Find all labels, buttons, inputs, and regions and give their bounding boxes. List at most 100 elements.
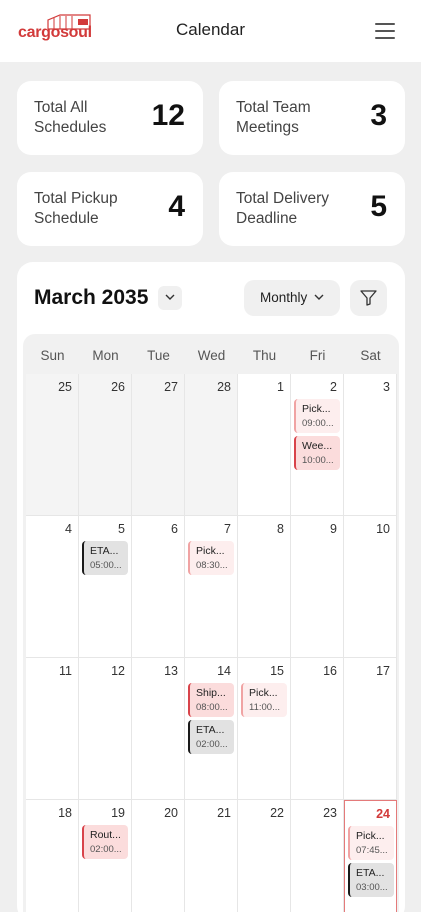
event-time: 08:00... (196, 702, 228, 713)
day-number: 12 (111, 664, 125, 678)
event-title: Pick... (249, 687, 278, 699)
day-number: 11 (59, 664, 72, 678)
calendar-event[interactable]: Pick... 08:30... (188, 541, 234, 575)
stat-card-pickup-schedule: Total Pickup Schedule 4 (17, 172, 203, 246)
calendar-day[interactable]: 20 (132, 800, 185, 912)
calendar-day[interactable]: 3 (344, 374, 397, 516)
day-number: 5 (118, 522, 125, 536)
weekday-header: Sat (360, 348, 381, 363)
event-title: Pick... (356, 830, 385, 842)
page-title: Calendar (176, 20, 245, 39)
stat-value: 5 (370, 190, 387, 223)
calendar-day[interactable]: 25 (26, 374, 79, 516)
calendar-day[interactable]: 19 Rout... 02:00... (79, 800, 132, 912)
top-bar: cargosoul Calendar (0, 0, 421, 62)
stat-card-delivery-deadline: Total Delivery Deadline 5 (219, 172, 405, 246)
event-title: ETA... (196, 724, 225, 736)
calendar-event[interactable]: Pick... 07:45... (348, 826, 394, 860)
calendar-day[interactable]: 8 (238, 516, 291, 658)
calendar-day[interactable]: 14 Ship... 08:00... ETA... 02:00... (185, 658, 238, 800)
calendar-day[interactable]: 13 (132, 658, 185, 800)
calendar-day[interactable]: 11 (26, 658, 79, 800)
calendar-day[interactable]: 5 ETA... 05:00... (79, 516, 132, 658)
filter-button[interactable] (350, 280, 387, 316)
weekday-header: Thu (252, 348, 277, 363)
day-number: 19 (111, 806, 125, 820)
calendar-day[interactable]: 10 (344, 516, 397, 658)
calendar-day[interactable]: 16 (291, 658, 344, 800)
calendar-event[interactable]: Ship... 08:00... (188, 683, 234, 717)
event-time: 09:00... (302, 418, 334, 429)
day-number: 1 (277, 380, 284, 394)
day-number: 20 (164, 806, 178, 820)
day-number: 8 (277, 522, 284, 536)
day-number: 14 (217, 664, 231, 678)
event-title: Wee... (302, 440, 333, 452)
event-title: Ship... (196, 687, 226, 699)
view-mode-dropdown[interactable]: Monthly (244, 280, 340, 316)
calendar-day[interactable]: 26 (79, 374, 132, 516)
day-number: 15 (270, 664, 284, 678)
calendar-day[interactable]: 4 (26, 516, 79, 658)
calendar-card: March 2035 Monthly Sun Mon Tue Wed Thu Fri Sat… (17, 262, 405, 912)
event-time: 10:00... (302, 455, 334, 466)
event-time: 11:00... (249, 702, 280, 713)
calendar-day[interactable]: 21 (185, 800, 238, 912)
calendar-day-today[interactable]: 24 Pick... 07:45... ETA... 03:00... (344, 800, 397, 912)
event-title: ETA... (90, 545, 119, 557)
month-grid: Sun Mon Tue Wed Thu Fri Sat 25 26 27 28 1 2 Pick... 09… (23, 334, 399, 912)
stat-card-team-meetings: Total Team Meetings 3 (219, 81, 405, 155)
day-number: 13 (164, 664, 178, 678)
calendar-event[interactable]: Wee... 10:00... (294, 436, 340, 470)
stat-value: 3 (370, 99, 387, 132)
event-title: Pick... (196, 545, 225, 557)
day-number: 18 (58, 806, 72, 820)
calendar-day[interactable]: 22 (238, 800, 291, 912)
calendar-day[interactable]: 6 (132, 516, 185, 658)
day-number: 28 (217, 380, 231, 394)
stat-label: Total All Schedules (34, 99, 107, 136)
day-number: 25 (58, 380, 72, 394)
stat-label: Total Team Meetings (236, 99, 311, 136)
view-mode-label: Monthly (260, 290, 308, 305)
calendar-day[interactable]: 18 (26, 800, 79, 912)
calendar-day[interactable]: 23 (291, 800, 344, 912)
calendar-day[interactable]: 12 (79, 658, 132, 800)
day-number: 26 (111, 380, 125, 394)
stat-value: 12 (151, 99, 185, 132)
chevron-down-icon (314, 294, 324, 300)
calendar-event[interactable]: Pick... 09:00... (294, 399, 340, 433)
day-number: 6 (171, 522, 178, 536)
day-number: 4 (65, 522, 72, 536)
event-time: 05:00... (90, 560, 122, 571)
filter-icon (360, 290, 377, 306)
calendar-day[interactable]: 27 (132, 374, 185, 516)
calendar-event[interactable]: Rout... 02:00... (82, 825, 128, 859)
day-number: 3 (383, 380, 390, 394)
day-number: 27 (164, 380, 178, 394)
hamburger-menu-icon[interactable] (375, 23, 395, 39)
calendar-event[interactable]: ETA... 02:00... (188, 720, 234, 754)
calendar-event[interactable]: ETA... 05:00... (82, 541, 128, 575)
day-number: 9 (330, 522, 337, 536)
day-number: 24 (376, 807, 390, 821)
event-time: 07:45... (356, 845, 388, 856)
calendar-day[interactable]: 17 (344, 658, 397, 800)
month-dropdown-button[interactable] (158, 286, 182, 310)
calendar-day[interactable]: 9 (291, 516, 344, 658)
chevron-down-icon (165, 294, 175, 300)
calendar-day[interactable]: 7 Pick... 08:30... (185, 516, 238, 658)
event-title: Pick... (302, 403, 331, 415)
calendar-event[interactable]: Pick... 11:00... (241, 683, 287, 717)
weekday-header: Mon (92, 348, 119, 363)
calendar-day[interactable]: 28 (185, 374, 238, 516)
calendar-day[interactable]: 2 Pick... 09:00... Wee... 10:00... (291, 374, 344, 516)
day-number: 2 (330, 380, 337, 394)
calendar-day[interactable]: 1 (238, 374, 291, 516)
day-number: 22 (270, 806, 284, 820)
calendar-event[interactable]: ETA... 03:00... (348, 863, 394, 897)
calendar-day[interactable]: 15 Pick... 11:00... (238, 658, 291, 800)
weekday-header: Sun (40, 348, 65, 363)
event-time: 08:30... (196, 560, 228, 571)
weekday-header: Wed (197, 348, 226, 363)
